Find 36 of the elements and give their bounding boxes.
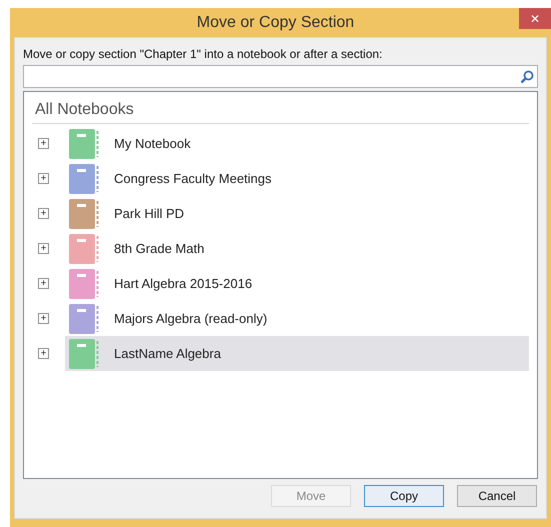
notebook-name: My Notebook [114, 134, 191, 153]
search-icon [520, 70, 534, 84]
notebook-icon [68, 162, 100, 194]
notebook-icon [68, 232, 100, 264]
notebook-icon [68, 338, 100, 370]
notebook-item[interactable]: Majors Algebra (read-only) [65, 301, 529, 336]
notebook-name: Park Hill PD [114, 204, 184, 223]
expand-button[interactable]: + [38, 278, 49, 289]
close-button[interactable]: ✕ [519, 8, 551, 29]
notebook-item[interactable]: Hart Algebra 2015-2016 [65, 266, 529, 301]
expand-button[interactable]: + [38, 173, 49, 184]
notebook-icon [68, 302, 100, 334]
prompt-text: Move or copy section "Chapter 1" into a notebook or after a section: [23, 47, 384, 62]
notebook-item[interactable]: Park Hill PD [65, 196, 529, 231]
expand-button[interactable]: + [38, 208, 49, 219]
notebook-name: LastName Algebra [114, 344, 221, 363]
dialog-button[interactable]: Cancel [457, 485, 537, 507]
expand-button[interactable]: + [38, 138, 49, 149]
notebook-icon [68, 198, 100, 230]
expand-button[interactable]: + [38, 243, 49, 254]
notebook-name: Majors Algebra (read-only) [114, 310, 268, 328]
expand-button[interactable]: + [38, 348, 49, 359]
dialog-button[interactable]: Copy [364, 485, 444, 507]
window-title: Move or Copy Section [196, 12, 354, 32]
notebook-item[interactable]: My Notebook [65, 126, 529, 161]
notebook-item[interactable]: LastName Algebra [65, 336, 529, 371]
notebook-name: Hart Algebra 2015-2016 [114, 274, 252, 293]
search-field[interactable] [23, 65, 538, 88]
notebook-name: Congress Faculty Meetings [114, 170, 272, 188]
list-heading: All Notebooks [34, 101, 134, 118]
notebook-name: 8th Grade Math [114, 240, 204, 258]
notebook-icon [68, 268, 100, 300]
notebook-icon [68, 128, 100, 160]
notebook-item[interactable]: 8th Grade Math [65, 231, 529, 266]
notebook-item[interactable]: Congress Faculty Meetings [65, 161, 529, 196]
expand-button[interactable]: + [38, 313, 49, 324]
